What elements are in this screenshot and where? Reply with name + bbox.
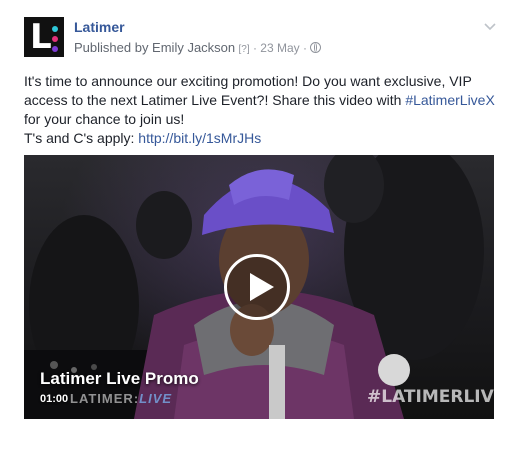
bitly-link[interactable]: http://bit.ly/1sMrJHs bbox=[138, 130, 261, 146]
facebook-post: L Latimer Published by Emily Jackson [?]… bbox=[0, 0, 523, 462]
post-meta: Published by Emily Jackson [?] · 23 May … bbox=[74, 40, 322, 55]
video-player[interactable]: Latimer Live Promo LATIMER:LIVE 01:00 #L… bbox=[24, 155, 494, 419]
post-text: It's time to announce our exciting promo… bbox=[24, 72, 499, 148]
video-brand-name: LATIMER bbox=[70, 391, 134, 406]
published-by: Published by Emily Jackson bbox=[74, 40, 236, 55]
video-duration: 01:00 bbox=[40, 393, 69, 405]
terms-label: T's and C's apply: bbox=[24, 130, 139, 146]
avatar-dot-pink bbox=[52, 36, 58, 42]
help-link[interactable]: [?] bbox=[238, 44, 249, 55]
chevron-down-icon[interactable] bbox=[484, 20, 496, 32]
avatar-logo-letter: L bbox=[30, 17, 52, 57]
globe-icon bbox=[310, 42, 322, 53]
video-brand-live: LIVE bbox=[139, 391, 173, 406]
page-name-link[interactable]: Latimer bbox=[74, 19, 125, 35]
avatar-dot-cyan bbox=[52, 26, 58, 32]
hashtag-link[interactable]: #LatimerLiveX bbox=[405, 92, 495, 108]
video-brand: LATIMER:LIVE bbox=[70, 391, 173, 406]
avatar-dot-purple bbox=[52, 46, 58, 52]
video-title: Latimer Live Promo bbox=[40, 369, 199, 388]
meta-separator: · bbox=[303, 41, 307, 55]
post-date[interactable]: 23 May bbox=[260, 41, 299, 55]
play-icon[interactable] bbox=[224, 254, 290, 320]
video-hashtag-overlay: #LATIMERLIVEX bbox=[367, 387, 494, 407]
page-avatar[interactable]: L bbox=[24, 17, 64, 57]
post-text-line2: for your chance to join us! bbox=[24, 111, 185, 127]
meta-separator: · bbox=[252, 41, 257, 55]
